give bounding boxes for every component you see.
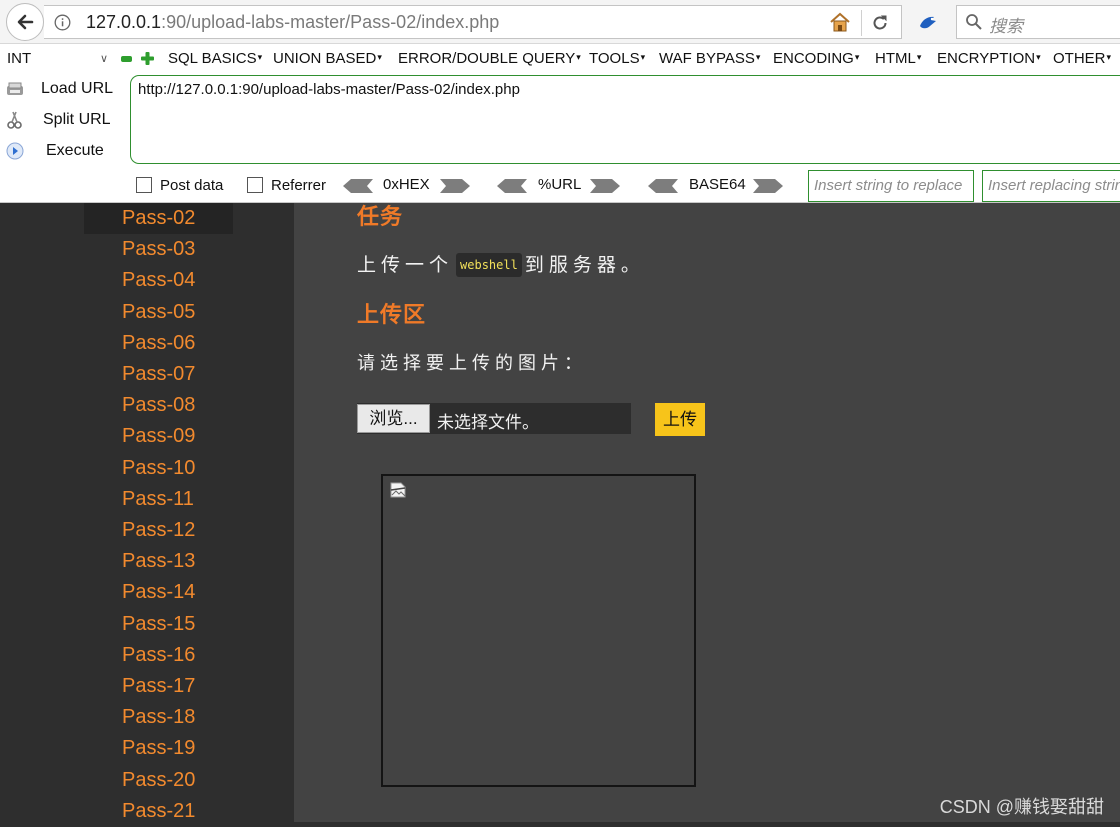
url-host: 127.0.0.1: [86, 12, 162, 32]
task-description: 上传一个 webshell 到服务器。: [357, 250, 645, 277]
page-content: Pass-02 Pass-03 Pass-04 Pass-05 Pass-06 Pass-…: [0, 203, 1120, 827]
menu-waf-bypass[interactable]: WAF BYPASS: [659, 50, 760, 67]
back-button[interactable]: [6, 3, 44, 41]
sidebar-item-pass-21[interactable]: Pass-21: [84, 796, 233, 827]
sidebar-item-pass-07[interactable]: Pass-07: [84, 359, 233, 390]
sidebar-item-pass-19[interactable]: Pass-19: [84, 733, 233, 764]
referrer-label: Referrer: [271, 177, 327, 194]
sidebar-item-pass-05[interactable]: Pass-05: [84, 297, 233, 328]
menu-html[interactable]: HTML: [875, 50, 921, 67]
post-data-checkbox[interactable]: [136, 177, 152, 193]
address-separator: [861, 10, 862, 36]
task-code: webshell: [456, 253, 522, 277]
browse-button[interactable]: 浏览...: [357, 404, 430, 433]
url-encode-arrow-icon[interactable]: [590, 179, 620, 193]
sidebar-item-pass-02[interactable]: Pass-02: [84, 203, 233, 234]
sidebar-item-pass-15[interactable]: Pass-15: [84, 609, 233, 640]
upload-button[interactable]: 上传: [655, 403, 705, 436]
search-box[interactable]: 搜索: [956, 5, 1120, 39]
hex-label: 0xHEX: [383, 176, 430, 193]
broken-image-icon: [390, 482, 406, 498]
sidebar-item-pass-03[interactable]: Pass-03: [84, 234, 233, 265]
menu-tools[interactable]: TOOLS: [589, 50, 645, 67]
menu-encryption[interactable]: ENCRYPTION: [937, 50, 1041, 67]
choose-image-label: 请选择要上传的图片：: [357, 353, 587, 373]
injection-type-select[interactable]: INT ∨: [2, 47, 114, 71]
back-arrow-icon: [17, 14, 34, 30]
sidebar-item-pass-14[interactable]: Pass-14: [84, 577, 233, 608]
base64-encode-arrow-icon[interactable]: [753, 179, 783, 193]
url-path: :90/upload-labs-master/Pass-02/index.php: [161, 12, 500, 32]
no-file-text: 未选择文件。: [437, 413, 539, 432]
reload-icon[interactable]: [870, 13, 890, 33]
task-heading: 任务: [357, 204, 404, 229]
urlenc-label: %URL: [538, 176, 582, 193]
csdn-watermark: CSDN @赚钱娶甜甜: [939, 797, 1104, 817]
replacing-string-input[interactable]: Insert replacing string: [982, 170, 1120, 202]
base64-label: BASE64: [689, 176, 746, 193]
menu-encoding[interactable]: ENCODING: [773, 50, 859, 67]
sidebar-item-pass-17[interactable]: Pass-17: [84, 671, 233, 702]
split-url-label: Split URL: [43, 111, 111, 128]
post-data-label: Post data: [160, 177, 224, 194]
home-icon[interactable]: [829, 12, 851, 32]
search-placeholder: 搜索: [989, 17, 1023, 36]
scissors-icon: [7, 111, 22, 129]
load-url-icon: [7, 82, 23, 95]
menu-error-double-query[interactable]: ERROR/DOUBLE QUERY: [398, 50, 581, 67]
load-url-label: Load URL: [41, 80, 114, 97]
main-panel: 任务 上传一个 webshell 到服务器。 上传区 请选择要上传的图片： 浏览..…: [294, 203, 1120, 822]
sidebar-item-pass-06[interactable]: Pass-06: [84, 328, 233, 359]
menu-union-based[interactable]: UNION BASED: [273, 50, 382, 67]
hackbar-options: Post data Referrer 0xHEX %URL BASE64 Ins…: [0, 170, 1120, 202]
upload-heading: 上传区: [357, 302, 427, 327]
execute-button[interactable]: Execute: [0, 137, 128, 165]
url-decode-arrow-icon[interactable]: [497, 179, 527, 193]
browser-toolbar: 127.0.0.1:90/upload-labs-master/Pass-02/…: [0, 0, 1120, 44]
sidebar-item-pass-16[interactable]: Pass-16: [84, 640, 233, 671]
sidebar: Pass-02 Pass-03 Pass-04 Pass-05 Pass-06 Pass-…: [0, 203, 294, 827]
menu-other[interactable]: OTHER: [1053, 50, 1111, 67]
search-icon: [966, 14, 982, 30]
sidebar-item-pass-08[interactable]: Pass-08: [84, 390, 233, 421]
sidebar-item-pass-09[interactable]: Pass-09: [84, 421, 233, 452]
hackbar-actions: Load URL Split URL Execute: [0, 74, 128, 170]
sidebar-item-pass-04[interactable]: Pass-04: [84, 265, 233, 296]
injection-type-value: INT: [7, 50, 32, 67]
sidebar-item-pass-18[interactable]: Pass-18: [84, 702, 233, 733]
sidebar-item-pass-13[interactable]: Pass-13: [84, 546, 233, 577]
hex-decode-arrow-icon[interactable]: [343, 179, 373, 193]
sidebar-item-pass-10[interactable]: Pass-10: [84, 453, 233, 484]
address-text[interactable]: 127.0.0.1:90/upload-labs-master/Pass-02/…: [86, 12, 499, 33]
url-textarea[interactable]: http://127.0.0.1:90/upload-labs-master/P…: [130, 75, 1120, 164]
hackbar-menu: INT ∨ SQL BASICS UNION BASED ERROR/DOUBL…: [0, 44, 1120, 74]
sidebar-item-pass-20[interactable]: Pass-20: [84, 765, 233, 796]
file-input[interactable]: 浏览... 未选择文件。: [357, 403, 631, 434]
referrer-checkbox[interactable]: [247, 177, 263, 193]
chevron-down-icon: ∨: [99, 53, 108, 65]
extension-icon[interactable]: [916, 10, 940, 34]
task-suffix: 到服务器。: [524, 255, 645, 276]
decrease-icon[interactable]: [121, 56, 132, 62]
preview-image-frame: [381, 474, 696, 787]
hex-encode-arrow-icon[interactable]: [440, 179, 470, 193]
split-url-button[interactable]: Split URL: [0, 106, 128, 134]
sidebar-item-pass-12[interactable]: Pass-12: [84, 515, 233, 546]
increase-icon[interactable]: [141, 52, 154, 65]
execute-label: Execute: [46, 142, 104, 159]
hackbar-panel: INT ∨ SQL BASICS UNION BASED ERROR/DOUBL…: [0, 44, 1120, 203]
menu-sql-basics[interactable]: SQL BASICS: [168, 50, 262, 67]
play-icon: [6, 142, 24, 160]
replace-string-input[interactable]: Insert string to replace: [808, 170, 974, 202]
base64-decode-arrow-icon[interactable]: [648, 179, 678, 193]
info-icon[interactable]: [54, 14, 71, 31]
address-bar[interactable]: 127.0.0.1:90/upload-labs-master/Pass-02/…: [44, 5, 902, 39]
task-prefix: 上传一个: [357, 255, 454, 276]
load-url-button[interactable]: Load URL: [0, 75, 128, 103]
sidebar-item-pass-11[interactable]: Pass-11: [84, 484, 233, 515]
